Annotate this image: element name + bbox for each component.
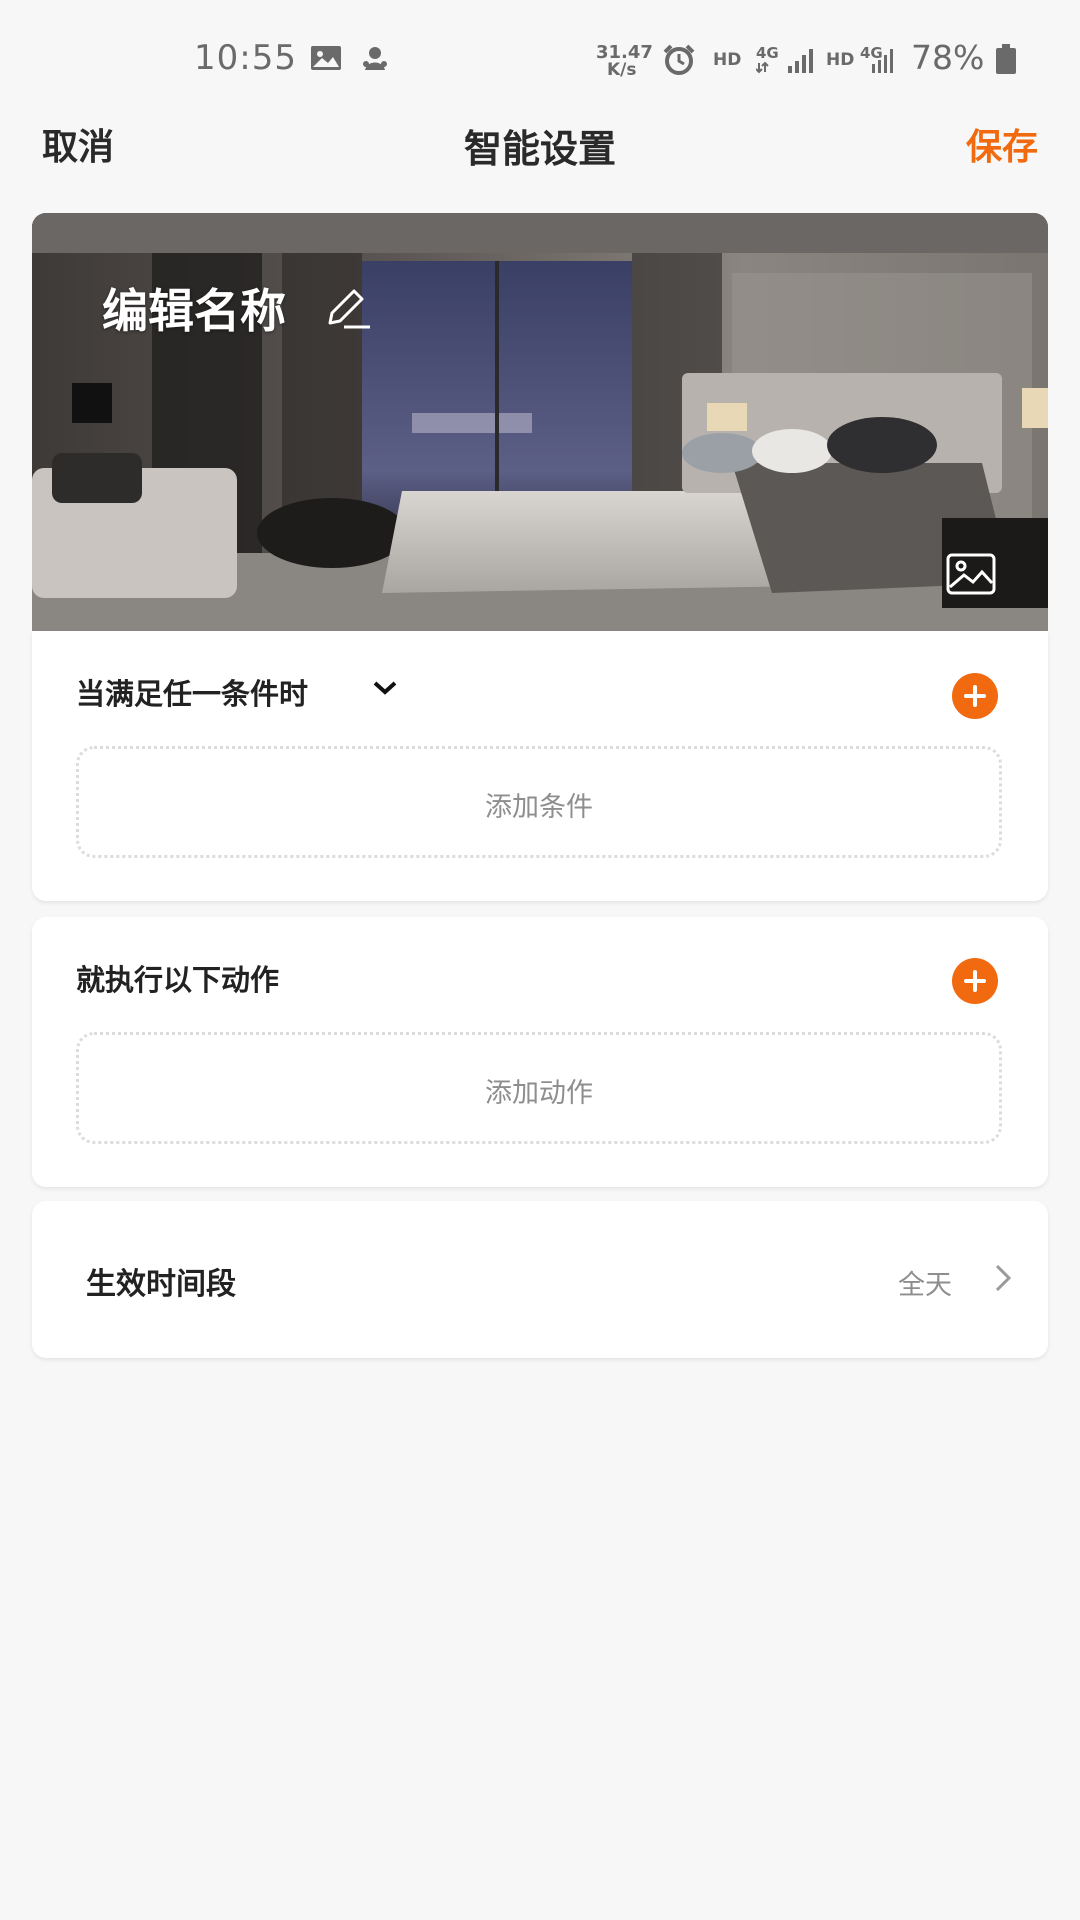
add-condition-box[interactable]: 添加条件 xyxy=(76,746,1002,858)
net-speed-unit: K/s xyxy=(607,60,637,80)
alarm-icon xyxy=(662,44,696,80)
page-title: 智能设置 xyxy=(463,127,616,171)
chevron-right-icon xyxy=(992,1263,1014,1297)
condition-card: 当满足任一条件时 添加条件 xyxy=(32,631,1048,901)
gallery-icon xyxy=(310,45,342,75)
notification-icon xyxy=(360,44,390,78)
add-action-label: 添加动作 xyxy=(485,1078,593,1109)
sim2-type: HD xyxy=(826,50,855,70)
condition-title[interactable]: 当满足任一条件时 xyxy=(76,671,308,713)
add-condition-label: 添加条件 xyxy=(485,792,593,823)
save-button[interactable]: 保存 xyxy=(966,118,1038,170)
add-action-button[interactable] xyxy=(952,958,998,1004)
scene-banner: 编辑名称 xyxy=(32,213,1048,631)
action-title: 就执行以下动作 xyxy=(76,963,280,997)
top-nav-bar: 取消 智能设置 保存 xyxy=(0,110,1080,214)
image-icon[interactable] xyxy=(946,553,996,599)
add-condition-button[interactable] xyxy=(952,673,998,719)
chevron-down-icon[interactable] xyxy=(372,679,398,701)
scene-name[interactable]: 编辑名称 xyxy=(102,275,286,341)
sim1-type: HD xyxy=(713,50,742,70)
edit-icon[interactable] xyxy=(324,287,372,335)
status-bar: 10:55 31.47 K/s HD 4G HD 4G 78% xyxy=(0,0,1080,110)
add-action-box[interactable]: 添加动作 xyxy=(76,1032,1002,1144)
time-period-value: 全天 xyxy=(898,1270,952,1301)
action-card: 就执行以下动作 添加动作 xyxy=(32,917,1048,1187)
signal-2-icon xyxy=(870,46,898,78)
signal-icon xyxy=(755,46,818,78)
battery-icon xyxy=(995,44,1017,78)
battery-percentage: 78% xyxy=(911,38,985,77)
time-period-label: 生效时间段 xyxy=(86,1267,236,1302)
status-time: 10:55 xyxy=(194,38,297,78)
time-period-row[interactable]: 生效时间段 全天 xyxy=(32,1201,1048,1358)
